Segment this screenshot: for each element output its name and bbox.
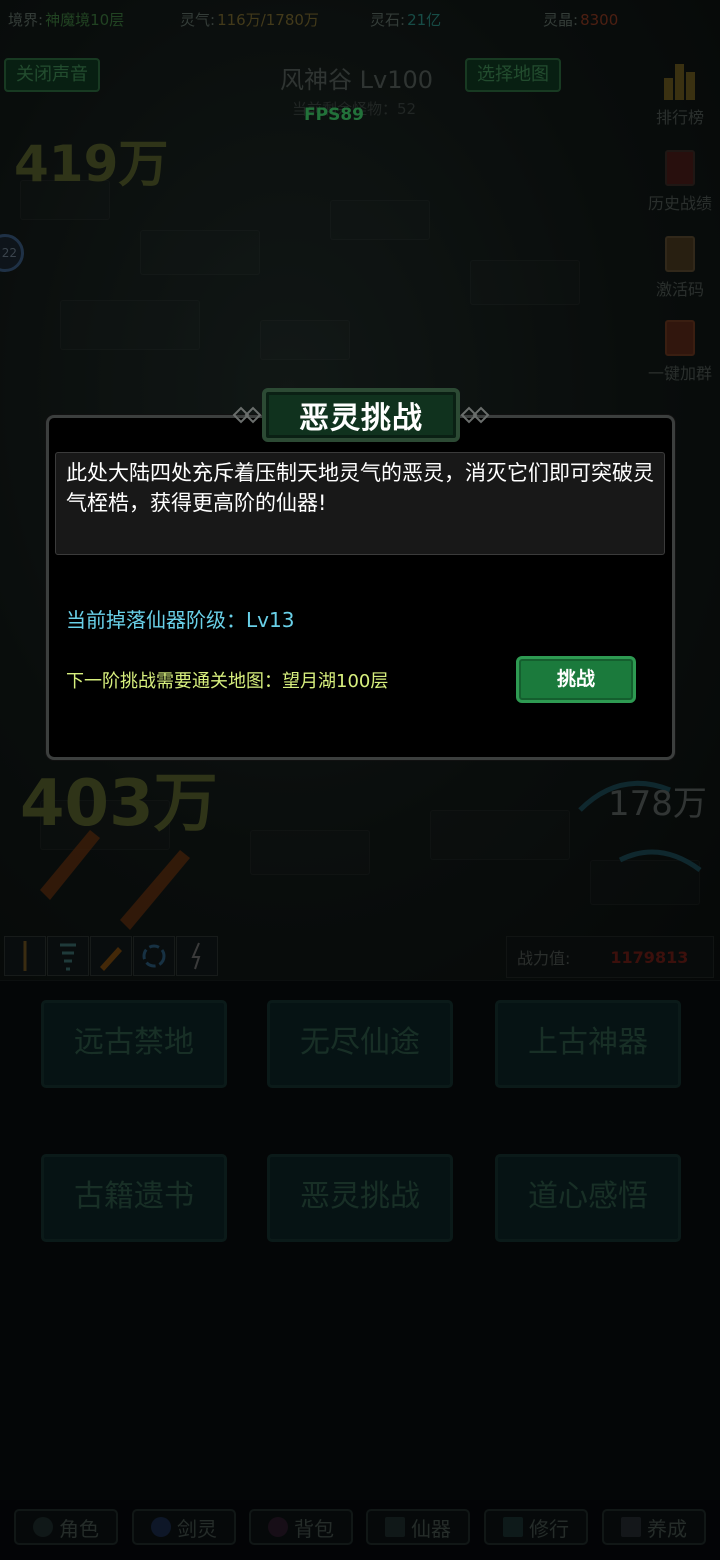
- wall-brick: [60, 300, 200, 350]
- power-value: 1179813: [610, 947, 689, 967]
- dao-heart-button[interactable]: 道心感悟: [495, 1154, 681, 1242]
- wall-brick: [140, 230, 260, 275]
- code-icon: [665, 236, 695, 272]
- nav-nurture[interactable]: 养成: [602, 1509, 706, 1545]
- side-code[interactable]: 激活码: [640, 236, 720, 300]
- ancient-forbidden-land-button[interactable]: 远古禁地: [41, 1000, 227, 1088]
- stone-value: 21亿: [407, 11, 442, 29]
- bottom-nav: 角色 剑灵 背包 仙器 修行 养成: [0, 1505, 720, 1550]
- evil-spirit-challenge-button[interactable]: 恶灵挑战: [267, 1154, 453, 1242]
- side-code-label: 激活码: [655, 280, 704, 299]
- vortex-skill-icon[interactable]: [133, 936, 175, 976]
- power-label: 战力值:: [517, 949, 571, 968]
- side-history[interactable]: 历史战绩: [640, 150, 720, 214]
- modal-description: 此处大陆四处充斥着压制天地灵气的恶灵，消灭它们即可突破灵气桎梏，获得更高阶的仙器…: [55, 452, 665, 555]
- side-ranking-label: 排行榜: [655, 108, 704, 127]
- wall-brick: [260, 320, 350, 360]
- side-group[interactable]: 一键加群: [640, 320, 720, 384]
- side-group-label: 一键加群: [647, 364, 712, 383]
- character-icon: [33, 1517, 53, 1537]
- ranking-icon: [664, 64, 695, 100]
- realm-label: 境界:: [8, 11, 44, 29]
- qi-stat: 灵气: 116万/1780万: [180, 9, 319, 30]
- select-map-button[interactable]: 选择地图: [465, 58, 561, 92]
- wall-brick: [250, 830, 370, 875]
- wall-brick: [470, 260, 580, 305]
- crystal-stat: 灵晶: 8300: [543, 9, 618, 30]
- damage-number: 419万: [14, 135, 169, 193]
- skill-bar: [4, 936, 218, 976]
- cultivation-icon: [503, 1517, 523, 1537]
- ancient-artifact-button[interactable]: 上古神器: [495, 1000, 681, 1088]
- qi-label: 灵气:: [180, 11, 216, 29]
- side-history-label: 历史战绩: [647, 194, 712, 213]
- resource-bar: 境界: 神魔境10层 灵气: 116万/1780万 灵石: 21亿 灵晶: 8300: [0, 0, 720, 36]
- sound-toggle-button[interactable]: 关闭声音: [4, 58, 100, 92]
- fireball-skill-icon[interactable]: [90, 936, 132, 976]
- nav-character[interactable]: 角色: [14, 1509, 118, 1545]
- realm-stat: 境界: 神魔境10层: [8, 9, 124, 30]
- group-icon: [665, 320, 695, 356]
- map-title: 风神谷 Lv100: [280, 66, 434, 94]
- next-requirement-text: 下一阶挑战需要通关地图：望月湖100层: [66, 671, 389, 692]
- history-icon: [665, 150, 695, 186]
- bag-icon: [268, 1517, 288, 1537]
- nav-nurture-label: 养成: [647, 1516, 687, 1541]
- nav-artifact[interactable]: 仙器: [366, 1509, 470, 1545]
- nav-cultivation-label: 修行: [529, 1516, 569, 1541]
- nav-artifact-label: 仙器: [411, 1516, 451, 1541]
- stone-label: 灵石:: [370, 11, 406, 29]
- nav-bag[interactable]: 背包: [249, 1509, 353, 1545]
- damage-number: 403万: [20, 767, 218, 841]
- wall-brick: [330, 200, 430, 240]
- stone-stat: 灵石: 21亿: [370, 9, 441, 30]
- tornado-skill-icon[interactable]: [47, 936, 89, 976]
- ancient-books-button[interactable]: 古籍遗书: [41, 1154, 227, 1242]
- challenge-button[interactable]: 挑战: [516, 656, 636, 703]
- sword-skill-icon[interactable]: [4, 936, 46, 976]
- header-ornament-left: [232, 406, 262, 424]
- nav-sword-spirit[interactable]: 剑灵: [132, 1509, 236, 1545]
- nav-bag-label: 背包: [294, 1516, 334, 1541]
- crystal-label: 灵晶:: [543, 11, 579, 29]
- damage-number: 178万: [608, 784, 707, 824]
- qi-value: 116万/1780万: [217, 11, 319, 29]
- sword-spirit-icon: [151, 1517, 171, 1537]
- wall-brick: [430, 810, 570, 860]
- fps-counter: FPS89: [304, 105, 364, 125]
- crystal-value: 8300: [580, 11, 619, 29]
- enemy-marker-count: 22: [1, 246, 17, 260]
- header-ornament-right: [460, 406, 490, 424]
- nurture-icon: [621, 1517, 641, 1537]
- power-display: 战力值: 1179813: [506, 936, 714, 978]
- realm-value: 神魔境10层: [45, 11, 125, 29]
- nav-cultivation[interactable]: 修行: [484, 1509, 588, 1545]
- artifact-icon: [385, 1517, 405, 1537]
- drop-level-text: 当前掉落仙器阶级：Lv13: [66, 608, 295, 632]
- nav-character-label: 角色: [59, 1516, 99, 1541]
- nav-sword-spirit-label: 剑灵: [177, 1516, 217, 1541]
- modal-header: 恶灵挑战: [262, 388, 460, 442]
- lightning-skill-icon[interactable]: [176, 936, 218, 976]
- endless-path-button[interactable]: 无尽仙途: [267, 1000, 453, 1088]
- side-ranking[interactable]: 排行榜: [640, 60, 720, 128]
- modal-title: 恶灵挑战: [299, 401, 423, 436]
